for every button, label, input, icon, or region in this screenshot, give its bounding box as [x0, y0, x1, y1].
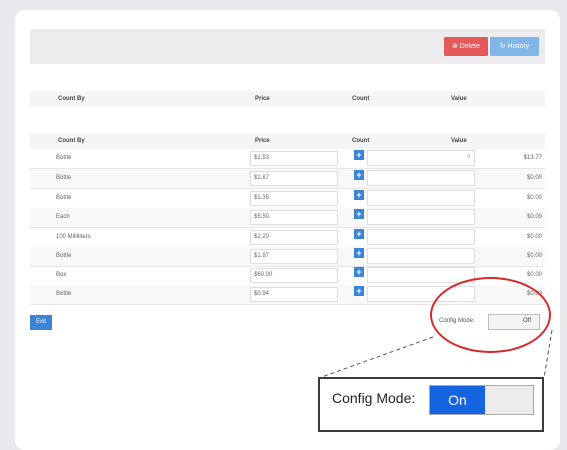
callout-connector: [318, 329, 553, 379]
callout-label: Config Mode:: [332, 390, 416, 406]
callout-toggle[interactable]: On: [429, 385, 534, 415]
callout-toggle-value: On: [430, 386, 485, 414]
config-mode-callout: Config Mode: On: [318, 377, 544, 432]
